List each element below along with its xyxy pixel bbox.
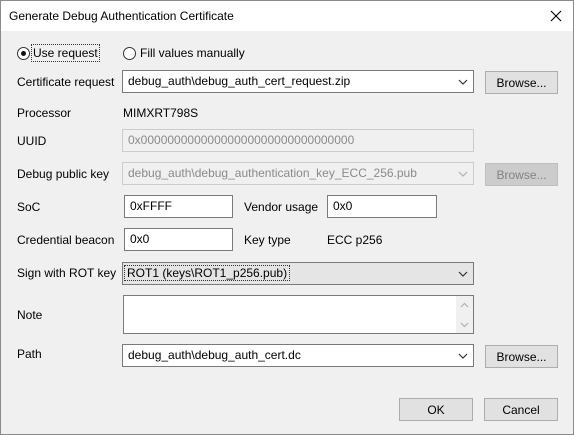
close-icon[interactable] <box>539 1 573 31</box>
certificate-request-browse-button[interactable]: Browse... <box>485 71 558 94</box>
cancel-button[interactable]: Cancel <box>484 398 558 421</box>
processor-label: Processor <box>17 106 72 120</box>
path-label: Path <box>17 347 42 361</box>
fill-manually-radio[interactable] <box>123 47 136 60</box>
processor-value: MIMXRT798S <box>123 106 199 120</box>
chevron-down-icon <box>458 171 468 177</box>
note-label: Note <box>17 308 43 322</box>
certificate-request-value: debug_auth\debug_auth_cert_request.zip <box>128 74 351 88</box>
credential-beacon-input[interactable]: 0x0 <box>124 228 233 251</box>
note-scrollbar[interactable] <box>456 296 473 333</box>
sign-rot-key-label: Sign with ROT key <box>17 266 117 280</box>
soc-value: 0xFFFF <box>130 199 172 213</box>
scroll-down-icon[interactable] <box>460 322 469 328</box>
sign-rot-key-combo[interactable]: ROT1 (keys\ROT1_p256.pub) <box>122 262 474 285</box>
debug-public-key-label: Debug public key <box>17 167 110 181</box>
chevron-down-icon[interactable] <box>457 76 469 88</box>
chevron-down-icon[interactable] <box>457 268 469 280</box>
soc-label: SoC <box>17 200 41 214</box>
window-title: Generate Debug Authentication Certificat… <box>9 9 234 23</box>
dialog-window: Generate Debug Authentication Certificat… <box>0 0 574 435</box>
soc-input[interactable]: 0xFFFF <box>124 195 233 218</box>
note-textarea[interactable] <box>123 295 474 334</box>
vendor-usage-label: Vendor usage <box>244 200 319 214</box>
path-browse-button[interactable]: Browse... <box>485 345 558 368</box>
use-request-radio[interactable] <box>17 47 30 60</box>
sign-rot-key-value: ROT1 (keys\ROT1_p256.pub) <box>123 265 291 281</box>
vendor-usage-value: 0x0 <box>333 199 353 213</box>
debug-public-key-value: debug_auth\debug_authentication_key_ECC_… <box>128 166 417 180</box>
certificate-request-label: Certificate request <box>17 75 115 89</box>
chevron-down-icon[interactable] <box>457 350 469 362</box>
path-value: debug_auth\debug_auth_cert.dc <box>128 348 301 362</box>
use-request-label[interactable]: Use request <box>31 44 100 62</box>
scroll-up-icon[interactable] <box>460 302 469 308</box>
vendor-usage-input[interactable]: 0x0 <box>327 195 437 218</box>
certificate-request-combo[interactable]: debug_auth\debug_auth_cert_request.zip <box>122 70 474 93</box>
title-bar[interactable]: Generate Debug Authentication Certificat… <box>1 1 573 31</box>
key-type-label: Key type <box>244 233 291 247</box>
uuid-label: UUID <box>17 134 47 148</box>
debug-public-key-combo: debug_auth\debug_authentication_key_ECC_… <box>122 162 474 185</box>
ok-button[interactable]: OK <box>399 398 473 421</box>
path-combo[interactable]: debug_auth\debug_auth_cert.dc <box>122 344 474 367</box>
uuid-value: 0x00000000000000000000000000000000 <box>128 133 355 147</box>
credential-beacon-label: Credential beacon <box>17 233 115 247</box>
fill-manually-label[interactable]: Fill values manually <box>140 46 245 60</box>
debug-public-key-browse-button: Browse... <box>485 163 558 186</box>
uuid-field: 0x00000000000000000000000000000000 <box>122 129 474 152</box>
key-type-value: ECC p256 <box>327 233 383 247</box>
credential-beacon-value: 0x0 <box>130 232 150 246</box>
